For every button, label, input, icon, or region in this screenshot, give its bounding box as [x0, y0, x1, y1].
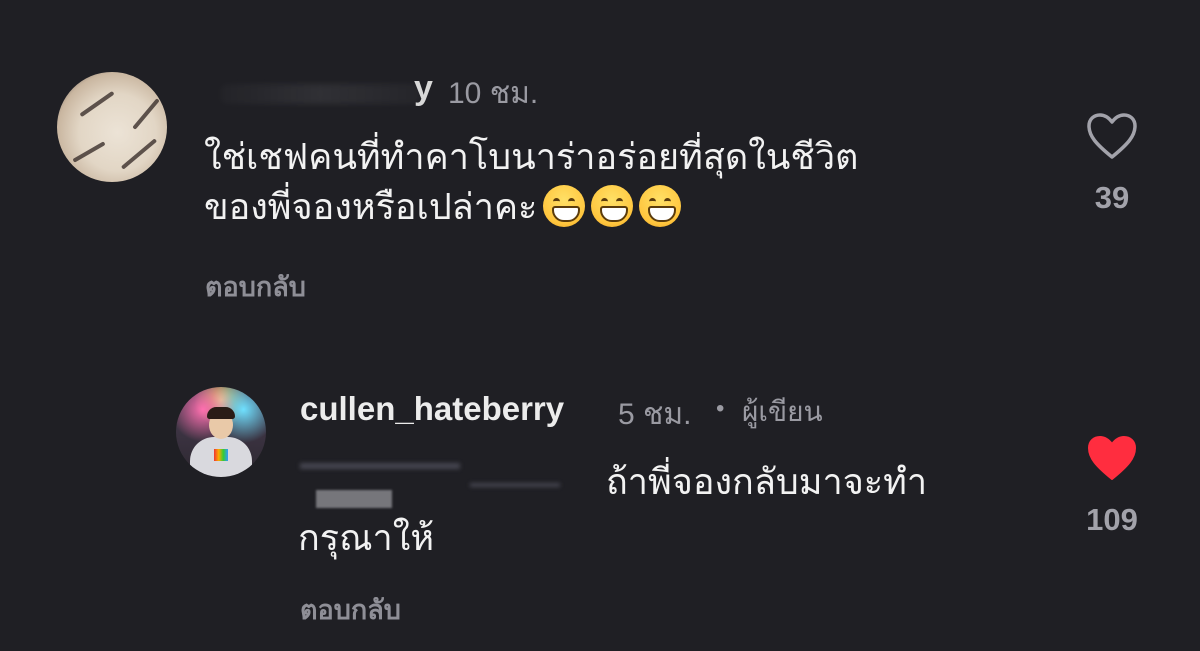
reply-text-line-2: กรุณาให้ [298, 518, 435, 559]
comment-username[interactable]: y [414, 69, 433, 108]
grinning-face-emoji [639, 185, 682, 227]
author-avatar[interactable] [176, 387, 266, 477]
reply-text-line-1: ถ้าพี่จองกลับมาจะทำ [606, 462, 928, 503]
grinning-face-emoji [591, 185, 634, 227]
author-username[interactable]: cullen_hateberry [300, 390, 564, 428]
comment-time: 10 ชม. [448, 77, 539, 110]
reply-button[interactable]: ตอบกลับ [205, 265, 306, 308]
like-count: 109 [1086, 502, 1138, 537]
author-badge: ผู้เขียน [742, 395, 823, 428]
heart-filled-icon[interactable] [1086, 434, 1138, 482]
heart-outline-icon[interactable] [1086, 112, 1138, 160]
commenter-avatar[interactable] [57, 72, 167, 182]
comment-text-line-2-text: ของพี่จองหรือเปล่าคะ [204, 187, 538, 228]
redacted-text [470, 483, 560, 487]
like-count: 39 [1094, 180, 1130, 215]
grinning-face-emoji [543, 185, 586, 227]
meta-separator: • [716, 395, 725, 422]
comment-text-line-2: ของพี่จองหรือเปล่าคะ [204, 183, 858, 233]
redacted-text [316, 490, 392, 508]
redacted-text [300, 463, 460, 469]
comment-text-line-1: ใช่เชฟคนที่ทำคาโบนาร่าอร่อยที่สุดในชีวิต [204, 137, 859, 178]
comment-text: ใช่เชฟคนที่ทำคาโบนาร่าอร่อยที่สุดในชีวิต… [204, 133, 858, 233]
reply-button[interactable]: ตอบกลับ [300, 588, 401, 631]
redacted-username [220, 84, 420, 104]
reply-time: 5 ชม. [618, 398, 692, 431]
